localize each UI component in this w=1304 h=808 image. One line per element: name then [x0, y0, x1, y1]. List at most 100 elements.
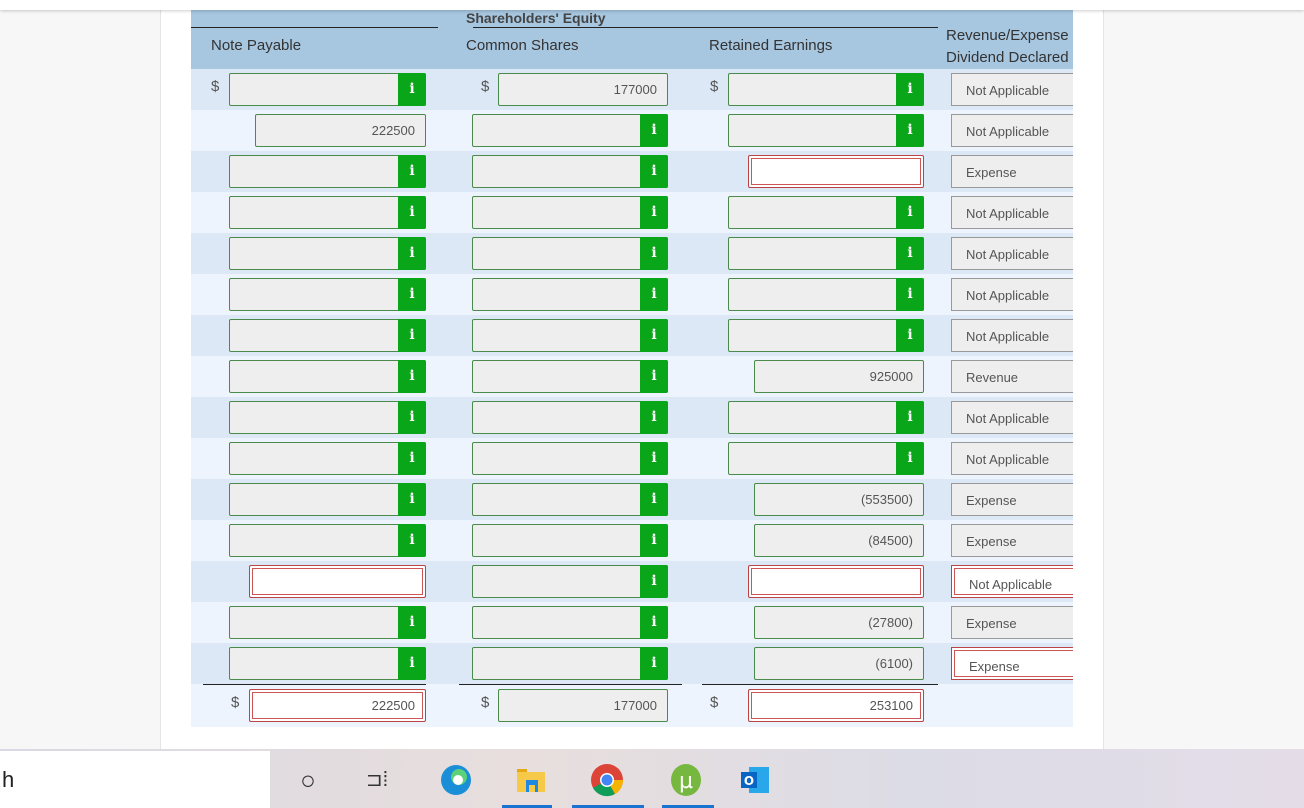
- re-input[interactable]: i: [728, 73, 924, 106]
- cs-input[interactable]: i: [472, 524, 668, 557]
- info-button[interactable]: i: [896, 401, 924, 434]
- cs-input[interactable]: i: [472, 237, 668, 270]
- re-input[interactable]: i: [728, 319, 924, 352]
- np-input[interactable]: i: [229, 606, 426, 639]
- re-input[interactable]: i: [728, 196, 924, 229]
- info-button[interactable]: i: [398, 73, 426, 106]
- info-button[interactable]: i: [398, 606, 426, 639]
- cortana-icon[interactable]: ○: [291, 763, 325, 797]
- info-button[interactable]: i: [640, 319, 668, 352]
- info-button[interactable]: i: [640, 483, 668, 516]
- np-input[interactable]: 222500: [255, 114, 426, 147]
- info-button[interactable]: i: [896, 442, 924, 475]
- np-input[interactable]: i: [229, 319, 426, 352]
- info-button[interactable]: i: [896, 237, 924, 270]
- info-button[interactable]: i: [398, 401, 426, 434]
- info-button[interactable]: i: [398, 319, 426, 352]
- cs-input[interactable]: 177000: [498, 689, 668, 722]
- info-button[interactable]: i: [398, 442, 426, 475]
- info-button[interactable]: i: [640, 360, 668, 393]
- chrome-icon[interactable]: [590, 763, 624, 797]
- info-button[interactable]: i: [398, 647, 426, 680]
- type-select[interactable]: Not Applicable: [951, 114, 1073, 147]
- type-select[interactable]: Not Applicable: [951, 442, 1073, 475]
- cs-input[interactable]: i: [472, 196, 668, 229]
- info-button[interactable]: i: [896, 319, 924, 352]
- cs-input[interactable]: i: [472, 442, 668, 475]
- type-select[interactable]: Not Applicable: [951, 319, 1073, 352]
- cs-input[interactable]: i: [472, 483, 668, 516]
- info-button[interactable]: i: [640, 647, 668, 680]
- type-select[interactable]: Expense: [951, 155, 1073, 188]
- type-select[interactable]: Expense: [951, 606, 1073, 639]
- info-button[interactable]: i: [640, 155, 668, 188]
- info-button[interactable]: i: [398, 524, 426, 557]
- info-button[interactable]: i: [398, 278, 426, 311]
- re-input[interactable]: i: [728, 401, 924, 434]
- re-input[interactable]: i: [728, 442, 924, 475]
- cs-input[interactable]: i: [472, 278, 668, 311]
- taskbar-search[interactable]: h: [0, 751, 270, 808]
- np-input[interactable]: i: [229, 524, 426, 557]
- re-input[interactable]: [748, 565, 924, 598]
- info-button[interactable]: i: [640, 442, 668, 475]
- re-input[interactable]: 253100: [748, 689, 924, 722]
- re-input[interactable]: (553500): [754, 483, 924, 516]
- edge-icon[interactable]: [439, 763, 473, 797]
- np-input[interactable]: 222500: [249, 689, 426, 722]
- info-button[interactable]: i: [896, 114, 924, 147]
- cs-input[interactable]: i: [472, 565, 668, 598]
- info-button[interactable]: i: [640, 278, 668, 311]
- info-button[interactable]: i: [640, 237, 668, 270]
- info-button[interactable]: i: [640, 524, 668, 557]
- info-button[interactable]: i: [640, 196, 668, 229]
- info-button[interactable]: i: [398, 196, 426, 229]
- info-button[interactable]: i: [398, 483, 426, 516]
- re-input[interactable]: i: [728, 237, 924, 270]
- re-input[interactable]: i: [728, 278, 924, 311]
- np-input[interactable]: i: [229, 155, 426, 188]
- outlook-icon[interactable]: O: [739, 763, 773, 797]
- np-input[interactable]: i: [229, 278, 426, 311]
- cs-input[interactable]: i: [472, 401, 668, 434]
- type-select[interactable]: Not Applicable: [951, 237, 1073, 270]
- info-button[interactable]: i: [398, 360, 426, 393]
- np-input[interactable]: i: [229, 196, 426, 229]
- info-button[interactable]: i: [896, 196, 924, 229]
- type-select[interactable]: Not Applicable: [951, 278, 1073, 311]
- cs-input[interactable]: i: [472, 360, 668, 393]
- np-input[interactable]: i: [229, 237, 426, 270]
- np-input[interactable]: i: [229, 483, 426, 516]
- np-input[interactable]: i: [229, 442, 426, 475]
- info-button[interactable]: i: [398, 237, 426, 270]
- np-input[interactable]: i: [229, 360, 426, 393]
- cs-input[interactable]: i: [472, 319, 668, 352]
- type-select[interactable]: Not Applicable: [951, 401, 1073, 434]
- type-select[interactable]: Not Applicable: [951, 196, 1073, 229]
- cs-input[interactable]: i: [472, 114, 668, 147]
- np-input[interactable]: i: [229, 73, 426, 106]
- re-input[interactable]: i: [728, 114, 924, 147]
- info-button[interactable]: i: [896, 278, 924, 311]
- type-select[interactable]: Not Applicable: [951, 73, 1073, 106]
- re-input[interactable]: [748, 155, 924, 188]
- re-input[interactable]: (84500): [754, 524, 924, 557]
- type-select[interactable]: Expense: [951, 524, 1073, 557]
- np-input[interactable]: [249, 565, 426, 598]
- file-explorer-icon[interactable]: [514, 763, 548, 797]
- type-select[interactable]: Revenue: [951, 360, 1073, 393]
- info-button[interactable]: i: [896, 73, 924, 106]
- type-select[interactable]: Not Applicable: [951, 565, 1073, 598]
- cs-input[interactable]: i: [472, 647, 668, 680]
- type-select[interactable]: Expense: [951, 483, 1073, 516]
- cs-input[interactable]: i: [472, 155, 668, 188]
- info-button[interactable]: i: [640, 565, 668, 598]
- np-input[interactable]: i: [229, 647, 426, 680]
- info-button[interactable]: i: [640, 606, 668, 639]
- re-input[interactable]: (6100): [754, 647, 924, 680]
- re-input[interactable]: 925000: [754, 360, 924, 393]
- cs-input[interactable]: i: [472, 606, 668, 639]
- utorrent-icon[interactable]: µ: [669, 763, 703, 797]
- re-input[interactable]: (27800): [754, 606, 924, 639]
- info-button[interactable]: i: [640, 114, 668, 147]
